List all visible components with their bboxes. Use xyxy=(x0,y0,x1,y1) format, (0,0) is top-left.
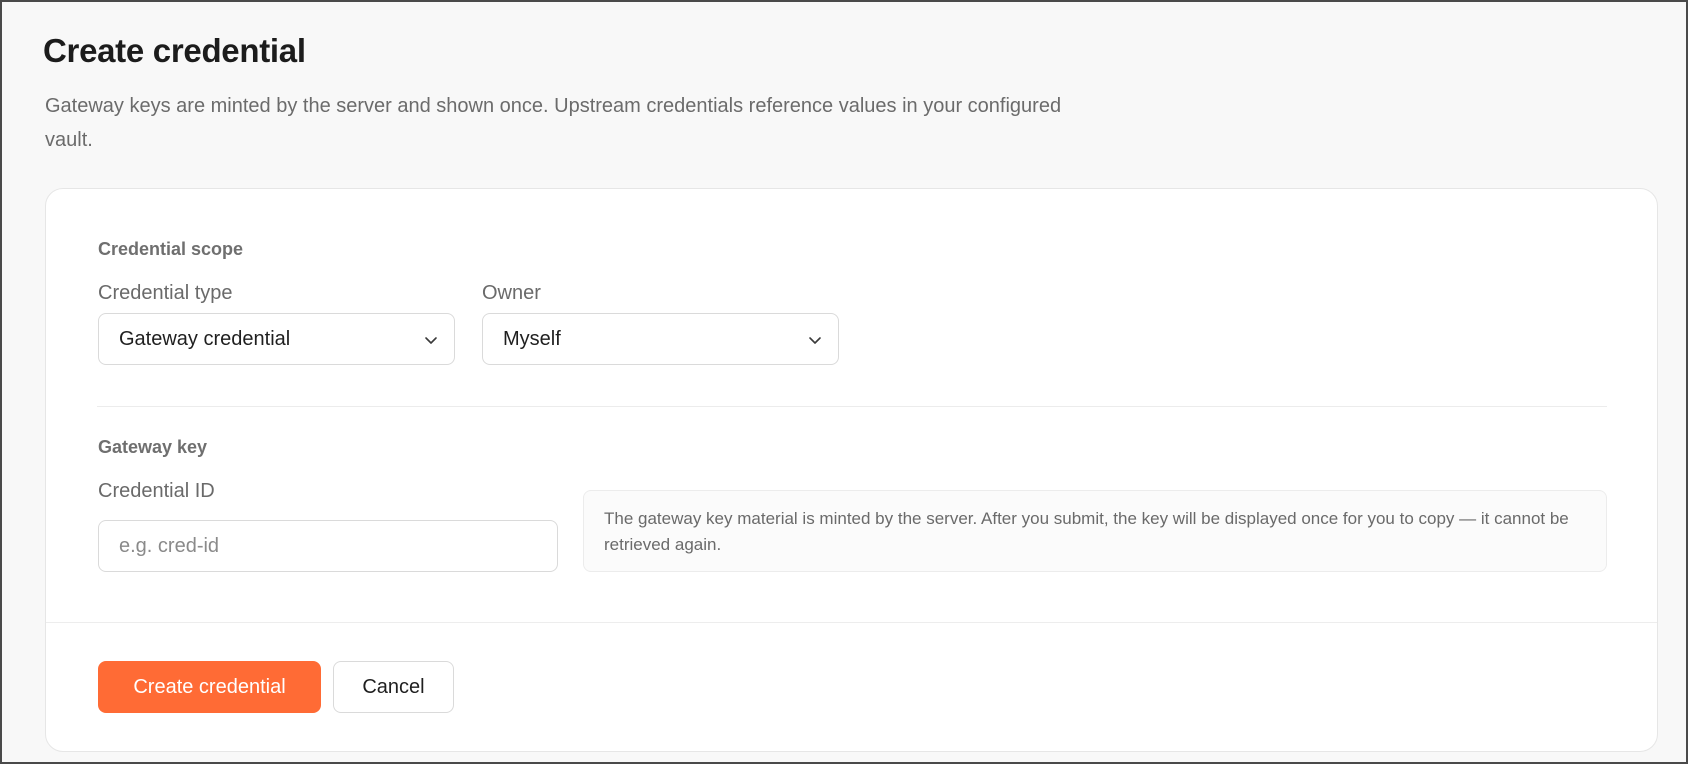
app-window: Create credential Gateway keys are minte… xyxy=(0,0,1688,764)
chevron-down-icon xyxy=(425,337,437,344)
cancel-button[interactable]: Cancel xyxy=(333,661,454,713)
owner-value: Myself xyxy=(503,327,561,350)
gateway-key-heading: Gateway key xyxy=(98,437,208,457)
create-credential-button[interactable]: Create credential xyxy=(98,661,321,713)
credential-type-label: Credential type xyxy=(98,282,233,304)
credential-id-input[interactable] xyxy=(98,520,558,572)
credential-scope-heading: Credential scope xyxy=(98,239,244,259)
page-description: Gateway keys are minted by the server an… xyxy=(45,95,1062,151)
footer-divider xyxy=(46,622,1657,623)
credential-id-label: Credential ID xyxy=(98,480,215,502)
gateway-key-info-box: The gateway key material is minted by th… xyxy=(583,490,1607,572)
credential-form-card: Credential scope Credential type Gateway… xyxy=(45,188,1658,752)
page-title: Create credential xyxy=(43,32,306,69)
owner-select[interactable]: Myself xyxy=(482,313,839,365)
chevron-down-icon xyxy=(809,337,821,344)
owner-label: Owner xyxy=(482,282,541,304)
section-divider xyxy=(97,406,1607,407)
credential-type-value: Gateway credential xyxy=(119,327,291,350)
credential-type-select[interactable]: Gateway credential xyxy=(98,313,455,365)
